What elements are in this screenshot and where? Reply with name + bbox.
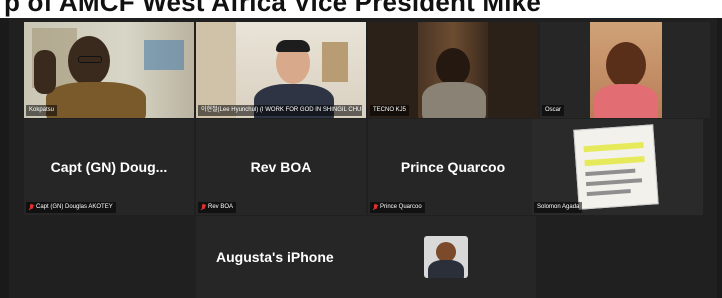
- participant-name-label: Rev BOA: [198, 202, 237, 213]
- participant-center-name: Capt (GN) Doug...: [50, 159, 168, 175]
- participant-video: [532, 119, 703, 215]
- participant-name-label: Solomon Agada: [534, 202, 583, 213]
- muted-mic-icon: [201, 204, 206, 211]
- participant-name-label: Oscar: [542, 105, 565, 116]
- participant-tile-prince-quarcoo[interactable]: Prince Quarcoo Prince Quarcoo: [368, 119, 538, 215]
- participant-video: [368, 22, 538, 118]
- muted-mic-icon: [373, 204, 378, 211]
- avatar: [424, 236, 468, 278]
- participant-center-name: Rev BOA: [250, 159, 312, 175]
- participant-name-label: 이현철(Lee Hyunchul) (I WORK FOR GOD IN SHI…: [198, 105, 362, 116]
- participant-video: [24, 22, 194, 118]
- participant-name-label: Kokpatsu: [26, 105, 58, 116]
- muted-mic-icon: [29, 204, 34, 211]
- participant-center-name: Prince Quarcoo: [400, 159, 506, 175]
- headline-banner: p of AMCF West Africa Vice President Mik…: [0, 0, 722, 18]
- participant-name-label: Prince Quarcoo: [370, 202, 425, 213]
- participant-tile-capt-douglas[interactable]: Capt (GN) Doug... Capt (GN) Douglas AKOT…: [24, 119, 194, 215]
- participant-tile-kokpatsu[interactable]: Kokpatsu: [24, 22, 194, 118]
- participant-video: [196, 22, 366, 118]
- participant-tile-augusta-iphone[interactable]: Augusta's iPhone: [196, 216, 536, 298]
- participant-tile-oscar[interactable]: Oscar: [540, 22, 710, 118]
- video-gallery: Kokpatsu 이현철(Lee Hyunchul) (I WORK FOR G…: [9, 18, 717, 298]
- headline-text: p of AMCF West Africa Vice President Mik…: [4, 0, 541, 17]
- participant-tile-tecno[interactable]: TECNO KJ5: [368, 22, 538, 118]
- participant-video: [540, 22, 710, 118]
- document-image: [573, 124, 659, 210]
- participant-center-name: Augusta's iPhone: [216, 249, 334, 265]
- participant-tile-solomon-agada[interactable]: Solomon Agada: [532, 119, 703, 215]
- participant-tile-lee-hyunchul[interactable]: 이현철(Lee Hyunchul) (I WORK FOR GOD IN SHI…: [196, 22, 366, 118]
- participant-name-label: Capt (GN) Douglas AKOTEY: [26, 202, 116, 213]
- participant-tile-rev-boa[interactable]: Rev BOA Rev BOA: [196, 119, 366, 215]
- participant-name-label: TECNO KJ5: [370, 105, 410, 116]
